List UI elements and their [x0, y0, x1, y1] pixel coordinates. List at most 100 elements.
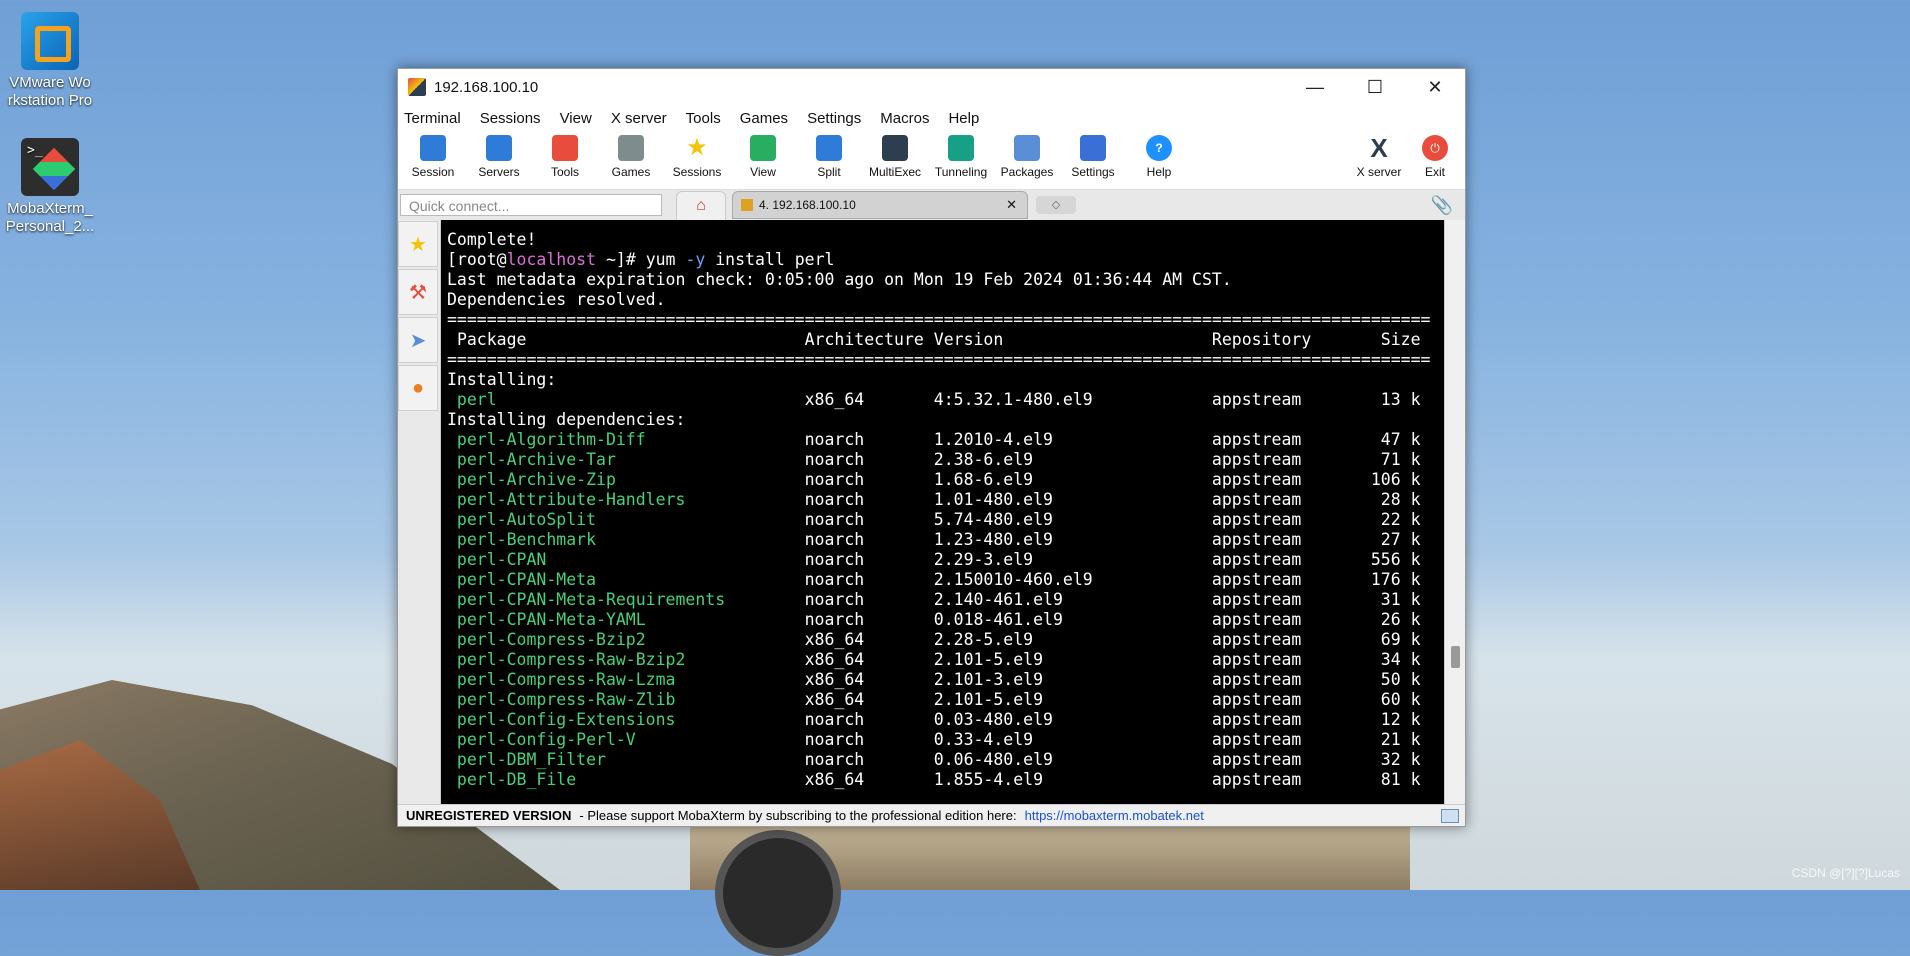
section-dependencies: Installing dependencies: [447, 410, 686, 429]
tab-session[interactable]: 4. 192.168.100.10 ✕ [732, 191, 1028, 219]
header-arch: Architecture [804, 330, 934, 349]
title-bar[interactable]: 192.168.100.10 — ☐ ✕ [398, 69, 1465, 105]
sidebar-send-icon[interactable]: ➤ [398, 317, 438, 363]
prompt-rest: ~]# [596, 250, 646, 269]
terminal[interactable]: Complete! [root@localhost ~]# yum -y inst… [441, 220, 1465, 804]
table-row: perl-DBM_Filter noarch 0.06-480.el9 apps… [447, 750, 1465, 770]
toolbar-session-button[interactable]: Session [400, 135, 466, 179]
toolbar-label: Exit [1424, 165, 1445, 179]
toolbar-label: Tools [550, 165, 579, 179]
toolbar-split-button[interactable]: Split [796, 135, 862, 179]
package-size: 26 k [1341, 610, 1421, 629]
toolbar-help-button[interactable]: ? Help [1126, 135, 1192, 179]
toolbar-games-button[interactable]: Games [598, 135, 664, 179]
prompt-host: localhost [506, 250, 597, 269]
sidebar-macros-icon[interactable]: ● [398, 365, 438, 411]
package-repo: appstream [1211, 750, 1342, 769]
new-tab-button[interactable]: ◇ [1036, 196, 1076, 214]
watermark: CSDN @[?][?]Lucas [1791, 866, 1900, 880]
package-size: 22 k [1341, 510, 1421, 529]
home-tab[interactable]: ⌂ [676, 191, 726, 221]
package-size: 81 k [1341, 770, 1421, 789]
header-version: Version [933, 330, 1212, 349]
toolbar-packages-button[interactable]: Packages [994, 135, 1060, 179]
package-repo: appstream [1211, 770, 1342, 789]
package-size: 176 k [1341, 570, 1421, 589]
package-name: perl-DBM_Filter [447, 750, 805, 769]
quick-connect-input[interactable]: Quick connect... [400, 194, 662, 216]
desktop-icon-mobaxterm[interactable]: MobaXterm_ Personal_2... [0, 138, 100, 236]
sidebar-tools-icon[interactable]: ⚒ [398, 269, 438, 315]
package-arch: noarch [804, 450, 934, 469]
package-version: 1.2010-4.el9 [933, 430, 1212, 449]
package-name: perl-DB_File [447, 770, 805, 789]
toolbar-tunneling-button[interactable]: Tunneling [928, 135, 994, 179]
package-version: 2.28-5.el9 [933, 630, 1212, 649]
app-icon [408, 78, 426, 96]
tab-label: 4. 192.168.100.10 [759, 198, 856, 212]
table-row: perl-CPAN noarch 2.29-3.el9 appstream 55… [447, 550, 1465, 570]
package-version: 2.150010-460.el9 [933, 570, 1212, 589]
menu-item-games[interactable]: Games [740, 110, 788, 127]
maximize-button[interactable]: ☐ [1345, 69, 1405, 105]
menu-item-help[interactable]: Help [948, 110, 979, 127]
menu-item-sessions[interactable]: Sessions [480, 110, 541, 127]
menu-item-settings[interactable]: Settings [807, 110, 861, 127]
close-button[interactable]: ✕ [1405, 69, 1465, 105]
table-row: perl-Compress-Raw-Lzma x86_64 2.101-3.el… [447, 670, 1465, 690]
package-arch: noarch [804, 510, 934, 529]
toolbar-multiexec-button[interactable]: MultiExec [862, 135, 928, 179]
terminal-line: Dependencies resolved. [447, 290, 1465, 310]
attachment-icon[interactable]: 📎 [1431, 195, 1453, 216]
package-version: 2.101-5.el9 [933, 650, 1212, 669]
scrollbar-thumb[interactable] [1451, 646, 1460, 668]
package-arch: x86_64 [804, 670, 934, 689]
menu-item-terminal[interactable]: Terminal [404, 110, 461, 127]
table-row: perl-CPAN-Meta-YAML noarch 0.018-461.el9… [447, 610, 1465, 630]
monitor-icon[interactable] [1441, 808, 1459, 823]
package-version: 1.01-480.el9 [933, 490, 1212, 509]
minimize-button[interactable]: — [1285, 69, 1345, 105]
table-row: perl-Archive-Tar noarch 2.38-6.el9 appst… [447, 450, 1465, 470]
mobatek-link[interactable]: https://mobaxterm.mobatek.net [1025, 808, 1204, 823]
package-name: perl-Compress-Raw-Zlib [447, 690, 805, 709]
toolbar-servers-button[interactable]: Servers [466, 135, 532, 179]
tab-close-icon[interactable]: ✕ [1006, 197, 1017, 213]
tools-icon [552, 135, 578, 161]
desktop-icon-label: MobaXterm_ Personal_2... [5, 200, 95, 235]
package-size: 69 k [1341, 630, 1421, 649]
package-name: perl-Benchmark [447, 530, 805, 549]
package-size: 60 k [1341, 690, 1421, 709]
package-size: 556 k [1341, 550, 1421, 569]
package-size: 21 k [1341, 730, 1421, 749]
table-row: perl x86_64 4:5.32.1-480.el9 appstream 1… [447, 390, 1465, 410]
menu-item-tools[interactable]: Tools [686, 110, 721, 127]
toolbar-label: Packages [1000, 165, 1054, 179]
package-repo: appstream [1211, 510, 1342, 529]
menu-item-view[interactable]: View [560, 110, 592, 127]
terminal-scrollbar[interactable] [1444, 220, 1465, 804]
menu-item-macros[interactable]: Macros [880, 110, 929, 127]
separator-line: ========================================… [447, 350, 1431, 369]
toolbar-sessions-button[interactable]: ★ Sessions [664, 135, 730, 180]
table-row: perl-DB_File x86_64 1.855-4.el9 appstrea… [447, 770, 1465, 790]
package-name: perl-CPAN [447, 550, 805, 569]
toolbar-settings-button[interactable]: Settings [1060, 135, 1126, 179]
toolbar-view-button[interactable]: View [730, 135, 796, 179]
unregistered-label: UNREGISTERED VERSION [406, 808, 572, 823]
toolbar-exit-button[interactable]: ⏻ Exit [1402, 135, 1468, 179]
toolbar-tools-button[interactable]: Tools [532, 135, 598, 179]
package-repo: appstream [1211, 550, 1342, 569]
table-row: perl-Config-Perl-V noarch 0.33-4.el9 app… [447, 730, 1465, 750]
sidebar-favorites-star-icon[interactable]: ★ [398, 221, 438, 267]
complete-line: Complete! [447, 230, 537, 249]
vmware-icon [21, 12, 79, 70]
package-repo: appstream [1211, 610, 1342, 629]
table-row: perl-Attribute-Handlers noarch 1.01-480.… [447, 490, 1465, 510]
menu-item-x-server[interactable]: X server [611, 110, 667, 127]
package-size: 28 k [1341, 490, 1421, 509]
package-version: 2.38-6.el9 [933, 450, 1212, 469]
desktop-icon-vmware[interactable]: VMware Wo rkstation Pro [0, 12, 100, 110]
package-arch: noarch [804, 430, 934, 449]
desktop-icon-label: VMware Wo rkstation Pro [7, 74, 93, 109]
